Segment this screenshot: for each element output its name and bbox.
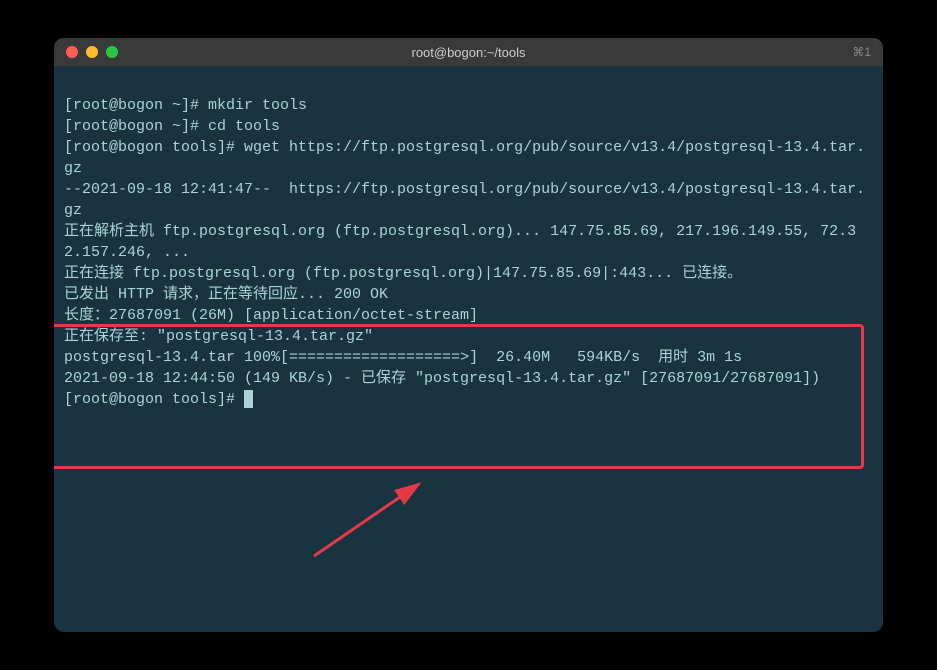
command: cd tools <box>208 118 280 135</box>
command: mkdir tools <box>208 97 307 114</box>
prompt: [root@bogon ~]# <box>64 118 208 135</box>
terminal-content[interactable]: [root@bogon ~]# mkdir tools[root@bogon ~… <box>54 66 883 632</box>
output-line: 正在解析主机 ftp.postgresql.org (ftp.postgresq… <box>64 221 873 263</box>
prompt: [root@bogon tools]# <box>64 391 244 408</box>
maximize-icon[interactable] <box>106 46 118 58</box>
minimize-icon[interactable] <box>86 46 98 58</box>
prompt: [root@bogon ~]# <box>64 97 208 114</box>
window-title: root@bogon:~/tools <box>411 45 525 60</box>
output-line: 正在连接 ftp.postgresql.org (ftp.postgresql.… <box>64 263 873 284</box>
terminal-window: root@bogon:~/tools ⌘1 [root@bogon ~]# mk… <box>54 38 883 632</box>
output-line: 正在保存至: "postgresql-13.4.tar.gz" <box>64 326 873 347</box>
output-line: 长度：27687091 (26M) [application/octet-str… <box>64 305 873 326</box>
traffic-lights <box>66 46 118 58</box>
close-icon[interactable] <box>66 46 78 58</box>
output-line: postgresql-13.4.tar 100%[===============… <box>64 347 873 368</box>
cursor-icon <box>244 390 253 408</box>
output-line: 2021-09-18 12:44:50 (149 KB/s) - 已保存 "po… <box>64 368 873 389</box>
window-shortcut: ⌘1 <box>852 45 871 59</box>
prompt: [root@bogon tools]# <box>64 139 244 156</box>
output-line: 已发出 HTTP 请求，正在等待回应... 200 OK <box>64 284 873 305</box>
annotation-arrow-icon <box>304 476 434 566</box>
titlebar: root@bogon:~/tools ⌘1 <box>54 38 883 66</box>
output-line: --2021-09-18 12:41:47-- https://ftp.post… <box>64 179 873 221</box>
